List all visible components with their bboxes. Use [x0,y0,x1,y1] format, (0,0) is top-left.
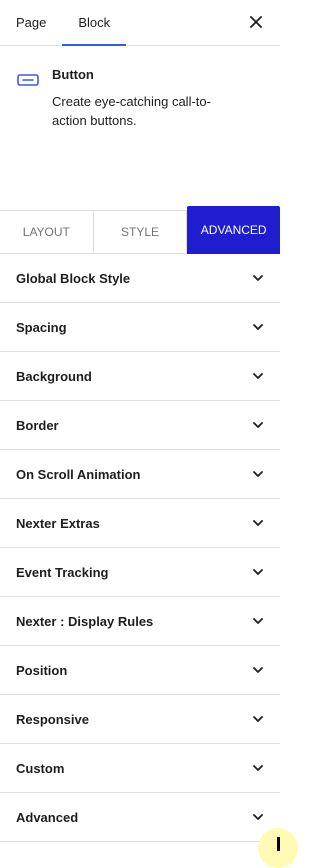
panel-title: Nexter Extras [16,515,100,531]
panel-global-block-style[interactable]: Global Block Style [0,254,280,303]
tab-block[interactable]: Block [62,0,126,46]
tab-block-label: Block [78,15,111,30]
chevron-down-icon [248,709,268,729]
panel-background[interactable]: Background [0,352,280,401]
chevron-down-icon [248,415,268,435]
tab-style-label: STYLE [121,225,160,239]
panel-title: Border [16,417,59,433]
tab-layout-label: LAYOUT [22,225,70,239]
panel-responsive[interactable]: Responsive [0,695,280,744]
panel-title: Position [16,662,68,678]
panel-nexter-display-rules[interactable]: Nexter : Display Rules [0,597,280,646]
close-button[interactable] [246,12,266,32]
tab-page-label: Page [16,15,47,30]
panel-title: Custom [16,760,65,776]
chevron-down-icon [248,807,268,827]
panel-title: On Scroll Animation [16,466,141,482]
panel-advanced[interactable]: Advanced [0,793,280,842]
panel-on-scroll-animation[interactable]: On Scroll Animation [0,450,280,499]
chevron-down-icon [248,317,268,337]
panel-custom[interactable]: Custom [0,744,280,793]
tab-layout[interactable]: LAYOUT [0,211,94,253]
close-icon [250,16,262,28]
block-title: Button [52,67,94,82]
panel-position[interactable]: Position [0,646,280,695]
panel-nexter-extras[interactable]: Nexter Extras [0,499,280,548]
sidebar-header-tabs: Page Block [0,0,280,46]
chevron-down-icon [248,611,268,631]
chevron-down-icon [248,758,268,778]
settings-tabs: LAYOUT STYLE ADVANCED [0,206,281,254]
chevron-down-icon [248,660,268,680]
chevron-down-icon [248,464,268,484]
panel-title: Spacing [16,319,67,335]
panel-title: Responsive [16,711,89,727]
panel-title: Advanced [16,809,79,825]
tab-style[interactable]: STYLE [94,211,188,253]
panel-title: Background [16,368,92,384]
tab-page[interactable]: Page [0,0,62,45]
tab-advanced-label: ADVANCED [200,223,267,237]
advanced-panels: Global Block Style Spacing Background Bo… [0,254,280,842]
tab-advanced[interactable]: ADVANCED [187,206,281,254]
chevron-down-icon [248,268,268,288]
panel-spacing[interactable]: Spacing [0,303,280,352]
chevron-down-icon [248,366,268,386]
panel-title: Nexter : Display Rules [16,613,154,629]
chevron-down-icon [248,513,268,533]
block-description: Create eye-catching call-to-action butto… [52,94,211,128]
block-card: Button Create eye-catching call-to-actio… [0,46,280,164]
panel-border[interactable]: Border [0,401,280,450]
chevron-down-icon [248,562,268,582]
mouse-cursor-icon [277,837,280,851]
button-icon [16,68,40,92]
panel-title: Global Block Style [16,270,131,286]
panel-title: Event Tracking [16,564,109,580]
panel-event-tracking[interactable]: Event Tracking [0,548,280,597]
